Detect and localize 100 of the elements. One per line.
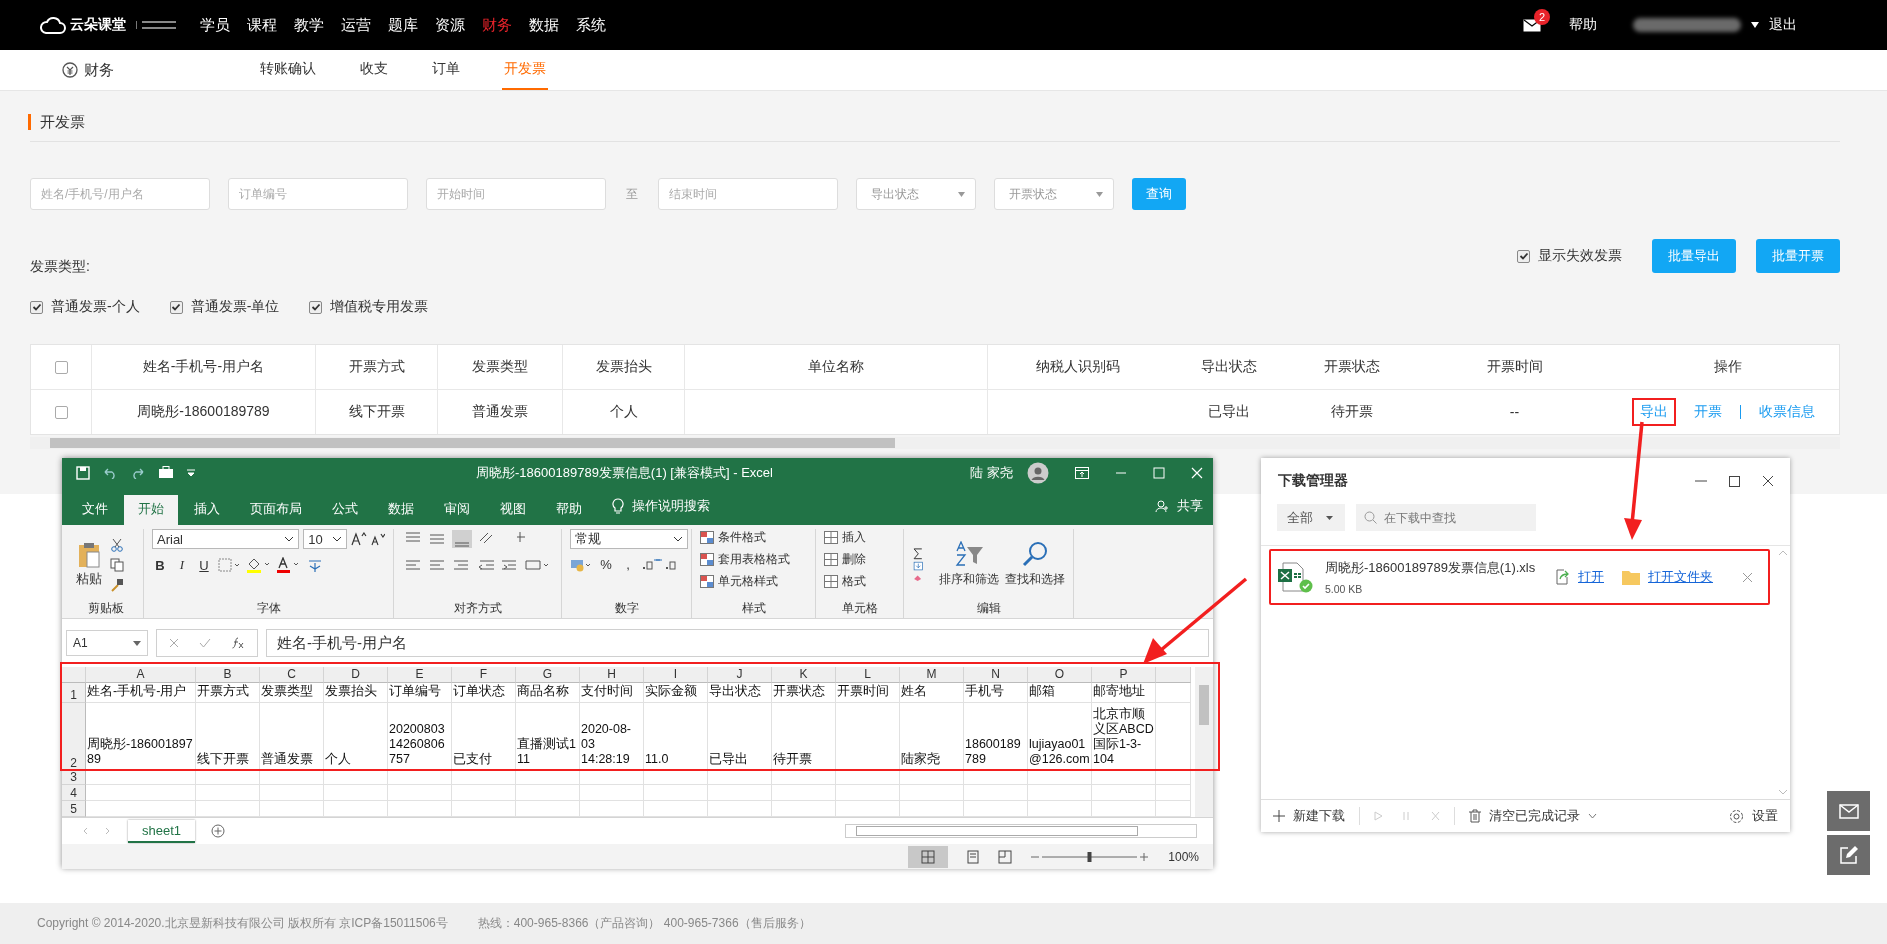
copy-icon[interactable]	[110, 557, 124, 572]
column-header[interactable]: I	[644, 667, 708, 683]
checkbox[interactable]	[30, 300, 43, 314]
page-break-icon[interactable]	[998, 849, 1013, 864]
column-header[interactable]: H	[580, 667, 644, 683]
add-sheet-icon[interactable]	[211, 824, 226, 838]
sheet-tab[interactable]: sheet1	[128, 819, 196, 843]
table-style-icon[interactable]	[700, 575, 714, 588]
logout-link[interactable]: 退出	[1769, 16, 1797, 34]
format-painter-icon[interactable]	[110, 577, 124, 592]
maximize-icon[interactable]	[1729, 475, 1740, 487]
name-box[interactable]: A1	[66, 630, 148, 656]
column-header[interactable]: F	[452, 667, 516, 683]
sort-filter-icon[interactable]	[954, 541, 984, 567]
nav-item[interactable]: 数据	[529, 15, 562, 35]
cells-icon[interactable]	[824, 531, 838, 544]
ribbon-menu-button[interactable]: 删除	[842, 551, 866, 568]
customize-icon[interactable]	[186, 468, 196, 477]
table-style-icon[interactable]	[700, 553, 714, 566]
shrink-font-icon[interactable]	[371, 532, 385, 546]
open-folder-link[interactable]: 打开文件夹	[1648, 568, 1713, 586]
column-header[interactable]: G	[516, 667, 580, 683]
grow-font-icon[interactable]	[351, 532, 368, 546]
filter-field[interactable]: 结束时间	[658, 178, 838, 210]
help-link[interactable]: 帮助	[1569, 16, 1597, 34]
font-size-field[interactable]: 10	[303, 529, 348, 549]
mail-icon[interactable]	[1523, 18, 1541, 32]
function-icon[interactable]	[231, 637, 245, 649]
share-button[interactable]: 共享	[1177, 497, 1203, 515]
person-add-icon[interactable]	[1155, 499, 1169, 513]
ribbon-menu-button[interactable]: 条件格式	[718, 529, 766, 546]
nav-item[interactable]: 系统	[576, 15, 609, 35]
cells-icon[interactable]	[824, 575, 838, 588]
clipboard-icon[interactable]	[78, 541, 100, 568]
checkbox[interactable]	[1517, 249, 1530, 263]
column-header[interactable]: P	[1092, 667, 1156, 683]
ribbon-menu-button[interactable]: 套用表格格式	[718, 551, 790, 568]
nav-item[interactable]: 运营	[341, 15, 374, 35]
ribbon-tab[interactable]: 开始	[124, 495, 178, 525]
download-item[interactable]: 周晓彤-18600189789发票信息(1).xls 5.00 KB 打开 打开文件夹	[1269, 549, 1770, 605]
briefcase-icon[interactable]	[158, 466, 174, 479]
sub-tab[interactable]: 订单	[430, 50, 462, 90]
checkbox[interactable]	[309, 300, 323, 314]
nav-item[interactable]: 教学	[294, 15, 327, 35]
open-file-icon[interactable]	[1554, 569, 1570, 585]
number-format-field[interactable]: 常规	[570, 529, 688, 549]
column-header[interactable]: N	[964, 667, 1028, 683]
nav-item[interactable]: 资源	[435, 15, 468, 35]
ribbon-tab[interactable]: 文件	[68, 495, 122, 525]
nav-item[interactable]: 财务	[482, 15, 515, 35]
sheet-horizontal-scrollbar[interactable]	[845, 824, 1197, 838]
new-download-button[interactable]: 新建下载	[1293, 807, 1345, 825]
filter-field[interactable]: 开始时间	[426, 178, 606, 210]
column-header[interactable]: O	[1028, 667, 1092, 683]
ribbon-big-button[interactable]: 查找和选择	[1005, 571, 1065, 588]
column-header[interactable]: K	[772, 667, 836, 683]
checkbox[interactable]	[54, 360, 68, 374]
tell-me-search[interactable]: 操作说明搜索	[632, 497, 710, 515]
column-header[interactable]: J	[708, 667, 772, 683]
font-style-button[interactable]: I	[174, 557, 190, 573]
row-header[interactable]: 5	[62, 801, 86, 817]
fill-color-icon[interactable]	[246, 557, 270, 573]
nav-item[interactable]: 学员	[200, 15, 233, 35]
ribbon-menu-button[interactable]: 单元格样式	[718, 573, 778, 590]
row-header[interactable]: 2	[62, 703, 86, 771]
row-header[interactable]: 1	[62, 683, 86, 703]
search-field[interactable]: 在下载中查找	[1356, 504, 1536, 531]
column-header[interactable]: M	[900, 667, 964, 683]
trash-icon[interactable]	[1469, 809, 1481, 823]
save-icon[interactable]	[76, 465, 90, 480]
row-header[interactable]: 3	[62, 771, 86, 785]
settings-icon[interactable]	[1729, 808, 1744, 824]
font-style-button[interactable]: U	[196, 557, 212, 573]
filter-dropdown[interactable]: 全部	[1277, 504, 1345, 531]
close-icon[interactable]	[1762, 475, 1774, 487]
column-header[interactable]: B	[196, 667, 260, 683]
message-button[interactable]	[1827, 791, 1870, 831]
currency-icon[interactable]	[570, 557, 592, 572]
edit-button[interactable]	[1827, 835, 1870, 875]
open-link[interactable]: 打开	[1578, 568, 1604, 586]
horizontal-scrollbar[interactable]	[30, 437, 1840, 449]
filter-field[interactable]: 订单编号	[228, 178, 408, 210]
ribbon-tab[interactable]: 插入	[180, 495, 234, 525]
column-header[interactable]: D	[324, 667, 388, 683]
sub-tab[interactable]: 收支	[358, 50, 390, 90]
remove-icon[interactable]	[1743, 572, 1752, 582]
sub-tab[interactable]: 转账确认	[258, 50, 318, 90]
font-style-button[interactable]: B	[152, 557, 168, 573]
checkbox[interactable]	[54, 405, 68, 419]
ribbon-tab[interactable]: 审阅	[430, 495, 484, 525]
nav-item[interactable]: 题库	[388, 15, 421, 35]
caret-icon[interactable]	[1326, 515, 1333, 520]
column-header[interactable]: C	[260, 667, 324, 683]
ribbon-tab[interactable]: 帮助	[542, 495, 596, 525]
table-style-icon[interactable]	[700, 531, 714, 544]
normal-view-icon[interactable]	[908, 845, 949, 868]
ribbon-big-button[interactable]: 排序和筛选	[939, 571, 999, 588]
ribbon-display-icon[interactable]	[1075, 466, 1089, 479]
column-header[interactable]: A	[86, 667, 196, 683]
formula-field[interactable]: 姓名-手机号-用户名	[266, 629, 1209, 657]
